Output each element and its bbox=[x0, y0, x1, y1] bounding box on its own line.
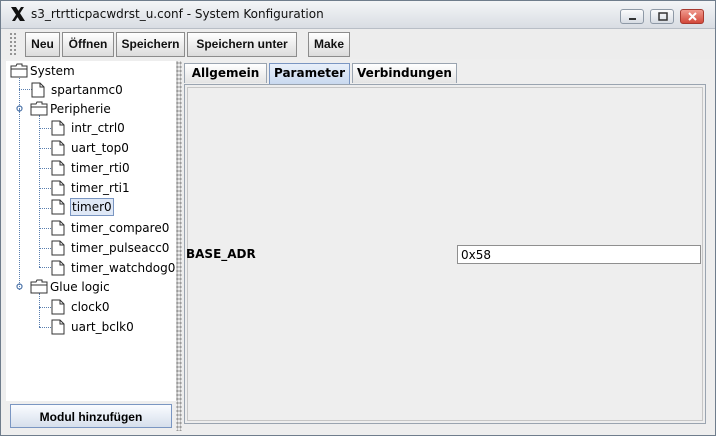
make-button[interactable]: Make bbox=[308, 32, 350, 57]
tree-line bbox=[39, 115, 40, 267]
base-adr-label: BASE_ADR bbox=[186, 247, 256, 261]
parameter-panel: BASE_ADR bbox=[184, 84, 706, 424]
tree-line bbox=[39, 128, 51, 129]
tree-line bbox=[39, 327, 51, 328]
tree-line bbox=[39, 168, 51, 169]
folder-open-icon bbox=[30, 101, 48, 116]
tree-node-label: Glue logic bbox=[50, 280, 110, 294]
window-title: s3_rtrtticpacwdrst_u.conf - System Konfi… bbox=[31, 7, 324, 21]
tree-line bbox=[39, 228, 51, 229]
tree-node-label: timer_pulseacc0 bbox=[71, 241, 170, 255]
folder-open-icon bbox=[30, 279, 48, 294]
toolbar-grip[interactable] bbox=[9, 32, 17, 56]
tree-line bbox=[39, 208, 51, 209]
tree-node-label: timer_rti1 bbox=[71, 181, 130, 195]
file-icon bbox=[51, 199, 65, 215]
tree-line bbox=[19, 109, 20, 287]
tree-node-label: timer_rti0 bbox=[71, 161, 130, 175]
file-icon bbox=[51, 260, 65, 276]
tree-line bbox=[39, 267, 51, 268]
file-icon bbox=[51, 180, 65, 196]
tree-node-label: spartanmc0 bbox=[51, 83, 123, 97]
save-button[interactable]: Speichern bbox=[116, 32, 185, 57]
tree-node-label: Peripherie bbox=[50, 102, 111, 116]
save-as-button[interactable]: Speichern unter bbox=[187, 32, 297, 57]
file-icon bbox=[51, 140, 65, 156]
title-bar: s3_rtrtticpacwdrst_u.conf - System Konfi… bbox=[1, 1, 715, 29]
tree-node-label: intr_ctrl0 bbox=[71, 121, 125, 135]
file-icon bbox=[51, 220, 65, 236]
tree-node-label: clock0 bbox=[71, 300, 110, 314]
tab-verbindungen[interactable]: Verbindungen bbox=[352, 63, 457, 83]
tree-node-label: timer0 bbox=[70, 198, 114, 216]
open-button[interactable]: Öffnen bbox=[62, 32, 114, 57]
close-icon bbox=[688, 12, 697, 21]
file-icon bbox=[31, 82, 45, 98]
module-panel: System spartanmc0 Peripherie intr_ctrl0 … bbox=[6, 61, 177, 431]
file-icon bbox=[51, 299, 65, 315]
new-button[interactable]: Neu bbox=[25, 32, 60, 57]
tree-line bbox=[39, 248, 51, 249]
module-tree: System spartanmc0 Peripherie intr_ctrl0 … bbox=[6, 61, 177, 401]
expand-handle-icon[interactable] bbox=[16, 105, 23, 112]
tree-node-label: uart_bclk0 bbox=[71, 320, 134, 334]
folder-open-icon bbox=[10, 63, 28, 78]
file-icon bbox=[51, 120, 65, 136]
tree-line bbox=[39, 307, 51, 308]
panel-splitter[interactable] bbox=[176, 61, 182, 431]
tab-parameter[interactable]: Parameter bbox=[269, 63, 350, 84]
file-icon bbox=[51, 240, 65, 256]
maximize-icon bbox=[658, 12, 668, 21]
tree-line bbox=[39, 188, 51, 189]
toolbar: Neu Öffnen Speichern Speichern unter Mak… bbox=[1, 29, 715, 59]
minimize-icon bbox=[629, 18, 636, 20]
expand-handle-icon[interactable] bbox=[16, 283, 23, 290]
file-icon bbox=[51, 160, 65, 176]
minimize-button[interactable] bbox=[620, 9, 644, 24]
maximize-button[interactable] bbox=[650, 9, 674, 24]
tab-bar: Allgemein Parameter Verbindungen bbox=[184, 63, 709, 85]
add-module-button[interactable]: Modul hinzufügen bbox=[10, 404, 172, 428]
tab-allgemein[interactable]: Allgemein bbox=[184, 63, 267, 83]
base-adr-input[interactable] bbox=[457, 245, 701, 264]
tree-line bbox=[39, 293, 40, 327]
tree-node-label: System bbox=[30, 64, 75, 78]
tree-node-label: timer_compare0 bbox=[71, 221, 170, 235]
tree-node-label: uart_top0 bbox=[71, 141, 129, 155]
tree-line bbox=[39, 148, 51, 149]
x-logo-icon bbox=[11, 7, 25, 21]
app-window: s3_rtrtticpacwdrst_u.conf - System Konfi… bbox=[0, 0, 716, 436]
file-icon bbox=[51, 319, 65, 335]
close-button[interactable] bbox=[680, 9, 704, 24]
tree-node-label: timer_watchdog0 bbox=[71, 261, 176, 275]
